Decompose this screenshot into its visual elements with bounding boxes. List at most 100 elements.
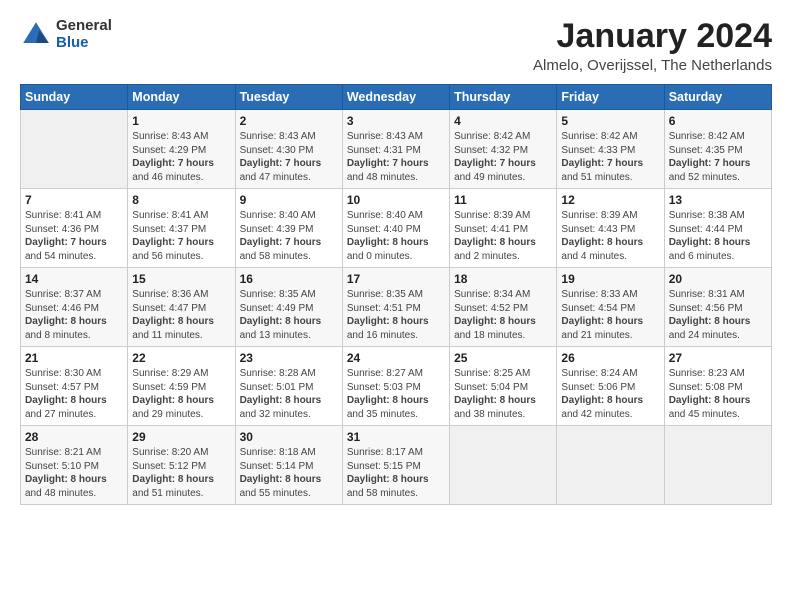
day-number: 30 xyxy=(240,430,338,444)
col-wednesday: Wednesday xyxy=(342,85,449,110)
calendar-cell: 1Sunrise: 8:43 AMSunset: 4:29 PMDaylight… xyxy=(128,110,235,189)
day-info: Sunrise: 8:39 AMSunset: 4:43 PMDaylight:… xyxy=(561,209,659,263)
day-info: Sunrise: 8:40 AMSunset: 4:39 PMDaylight:… xyxy=(240,209,338,263)
calendar-cell: 25 Sunrise: 8:25 AMSunset: 5:04 PMDayligh… xyxy=(450,347,557,426)
day-info: Sunrise: 8:29 AMSunset: 4:59 PMDaylight:… xyxy=(132,367,230,421)
logo-blue: Blue xyxy=(56,35,112,52)
calendar-cell: 21 Sunrise: 8:30 AMSunset: 4:57 PMDayligh… xyxy=(21,347,128,426)
day-number: 4 xyxy=(454,114,552,128)
day-info: Sunrise: 8:43 AMSunset: 4:30 PMDaylight:… xyxy=(240,130,338,184)
day-number: 15 xyxy=(132,272,230,286)
calendar-week-1: 1Sunrise: 8:43 AMSunset: 4:29 PMDaylight… xyxy=(21,110,772,189)
calendar-cell xyxy=(21,110,128,189)
day-info: Sunrise: 8:37 AMSunset: 4:46 PMDaylight:… xyxy=(25,288,123,342)
title-block: January 2024 Almelo, Overijssel, The Net… xyxy=(533,18,772,74)
day-info: Sunrise: 8:25 AMSunset: 5:04 PMDaylight:… xyxy=(454,367,552,421)
calendar-header: Sunday Monday Tuesday Wednesday Thursday… xyxy=(21,85,772,110)
day-number: 31 xyxy=(347,430,445,444)
day-info: Sunrise: 8:24 AMSunset: 5:06 PMDaylight:… xyxy=(561,367,659,421)
calendar-cell: 19 Sunrise: 8:33 AMSunset: 4:54 PMDayligh… xyxy=(557,268,664,347)
calendar-week-3: 14 Sunrise: 8:37 AMSunset: 4:46 PMDayligh… xyxy=(21,268,772,347)
logo-icon xyxy=(20,19,52,51)
day-number: 25 xyxy=(454,351,552,365)
calendar-week-2: 7 Sunrise: 8:41 AMSunset: 4:36 PMDaylight… xyxy=(21,189,772,268)
day-number: 21 xyxy=(25,351,123,365)
day-info: Sunrise: 8:43 AMSunset: 4:29 PMDaylight:… xyxy=(132,130,230,184)
day-number: 10 xyxy=(347,193,445,207)
logo-text: General Blue xyxy=(56,18,112,51)
calendar-week-4: 21 Sunrise: 8:30 AMSunset: 4:57 PMDayligh… xyxy=(21,347,772,426)
col-tuesday: Tuesday xyxy=(235,85,342,110)
calendar-cell: 3Sunrise: 8:43 AMSunset: 4:31 PMDaylight… xyxy=(342,110,449,189)
calendar-body: 1Sunrise: 8:43 AMSunset: 4:29 PMDaylight… xyxy=(21,110,772,505)
day-info: Sunrise: 8:18 AMSunset: 5:14 PMDaylight:… xyxy=(240,446,338,500)
location-subtitle: Almelo, Overijssel, The Netherlands xyxy=(533,57,772,74)
calendar-cell: 12 Sunrise: 8:39 AMSunset: 4:43 PMDayligh… xyxy=(557,189,664,268)
calendar-cell: 14 Sunrise: 8:37 AMSunset: 4:46 PMDayligh… xyxy=(21,268,128,347)
day-number: 5 xyxy=(561,114,659,128)
calendar-cell xyxy=(450,426,557,505)
day-info: Sunrise: 8:35 AMSunset: 4:49 PMDaylight:… xyxy=(240,288,338,342)
calendar-cell xyxy=(664,426,771,505)
day-number: 27 xyxy=(669,351,767,365)
calendar-cell: 28Sunrise: 8:21 AMSunset: 5:10 PMDayligh… xyxy=(21,426,128,505)
calendar-cell: 16 Sunrise: 8:35 AMSunset: 4:49 PMDayligh… xyxy=(235,268,342,347)
day-number: 18 xyxy=(454,272,552,286)
calendar-cell xyxy=(557,426,664,505)
day-info: Sunrise: 8:21 AMSunset: 5:10 PMDaylight:… xyxy=(25,446,123,500)
col-friday: Friday xyxy=(557,85,664,110)
calendar-page: General Blue January 2024 Almelo, Overij… xyxy=(0,0,792,612)
calendar-cell: 20 Sunrise: 8:31 AMSunset: 4:56 PMDayligh… xyxy=(664,268,771,347)
day-info: Sunrise: 8:36 AMSunset: 4:47 PMDaylight:… xyxy=(132,288,230,342)
day-number: 11 xyxy=(454,193,552,207)
day-number: 14 xyxy=(25,272,123,286)
calendar-cell: 10Sunrise: 8:40 AMSunset: 4:40 PMDayligh… xyxy=(342,189,449,268)
day-number: 22 xyxy=(132,351,230,365)
day-number: 23 xyxy=(240,351,338,365)
day-info: Sunrise: 8:33 AMSunset: 4:54 PMDaylight:… xyxy=(561,288,659,342)
col-monday: Monday xyxy=(128,85,235,110)
day-number: 12 xyxy=(561,193,659,207)
day-info: Sunrise: 8:20 AMSunset: 5:12 PMDaylight:… xyxy=(132,446,230,500)
day-number: 19 xyxy=(561,272,659,286)
day-number: 24 xyxy=(347,351,445,365)
day-info: Sunrise: 8:38 AMSunset: 4:44 PMDaylight:… xyxy=(669,209,767,263)
calendar-cell: 11 Sunrise: 8:39 AMSunset: 4:41 PMDayligh… xyxy=(450,189,557,268)
day-info: Sunrise: 8:30 AMSunset: 4:57 PMDaylight:… xyxy=(25,367,123,421)
day-info: Sunrise: 8:31 AMSunset: 4:56 PMDaylight:… xyxy=(669,288,767,342)
day-info: Sunrise: 8:41 AMSunset: 4:37 PMDaylight:… xyxy=(132,209,230,263)
calendar-table: Sunday Monday Tuesday Wednesday Thursday… xyxy=(20,84,772,505)
calendar-cell: 31 Sunrise: 8:17 AMSunset: 5:15 PMDayligh… xyxy=(342,426,449,505)
header-row: Sunday Monday Tuesday Wednesday Thursday… xyxy=(21,85,772,110)
col-saturday: Saturday xyxy=(664,85,771,110)
day-info: Sunrise: 8:27 AMSunset: 5:03 PMDaylight:… xyxy=(347,367,445,421)
logo: General Blue xyxy=(20,18,112,51)
day-number: 13 xyxy=(669,193,767,207)
day-number: 2 xyxy=(240,114,338,128)
calendar-cell: 26 Sunrise: 8:24 AMSunset: 5:06 PMDayligh… xyxy=(557,347,664,426)
calendar-cell: 22 Sunrise: 8:29 AMSunset: 4:59 PMDayligh… xyxy=(128,347,235,426)
calendar-cell: 15 Sunrise: 8:36 AMSunset: 4:47 PMDayligh… xyxy=(128,268,235,347)
calendar-cell: 9Sunrise: 8:40 AMSunset: 4:39 PMDaylight… xyxy=(235,189,342,268)
day-number: 8 xyxy=(132,193,230,207)
day-number: 29 xyxy=(132,430,230,444)
calendar-cell: 23Sunrise: 8:28 AMSunset: 5:01 PMDayligh… xyxy=(235,347,342,426)
calendar-cell: 30 Sunrise: 8:18 AMSunset: 5:14 PMDayligh… xyxy=(235,426,342,505)
day-info: Sunrise: 8:34 AMSunset: 4:52 PMDaylight:… xyxy=(454,288,552,342)
day-number: 6 xyxy=(669,114,767,128)
calendar-cell: 2 Sunrise: 8:43 AMSunset: 4:30 PMDaylight… xyxy=(235,110,342,189)
day-info: Sunrise: 8:39 AMSunset: 4:41 PMDaylight:… xyxy=(454,209,552,263)
calendar-cell: 7 Sunrise: 8:41 AMSunset: 4:36 PMDaylight… xyxy=(21,189,128,268)
day-number: 20 xyxy=(669,272,767,286)
header: General Blue January 2024 Almelo, Overij… xyxy=(20,18,772,74)
day-number: 7 xyxy=(25,193,123,207)
day-number: 17 xyxy=(347,272,445,286)
day-number: 16 xyxy=(240,272,338,286)
col-sunday: Sunday xyxy=(21,85,128,110)
day-info: Sunrise: 8:17 AMSunset: 5:15 PMDaylight:… xyxy=(347,446,445,500)
day-info: Sunrise: 8:41 AMSunset: 4:36 PMDaylight:… xyxy=(25,209,123,263)
calendar-cell: 18 Sunrise: 8:34 AMSunset: 4:52 PMDayligh… xyxy=(450,268,557,347)
calendar-cell: 6Sunrise: 8:42 AMSunset: 4:35 PMDaylight… xyxy=(664,110,771,189)
month-title: January 2024 xyxy=(533,18,772,55)
day-number: 26 xyxy=(561,351,659,365)
